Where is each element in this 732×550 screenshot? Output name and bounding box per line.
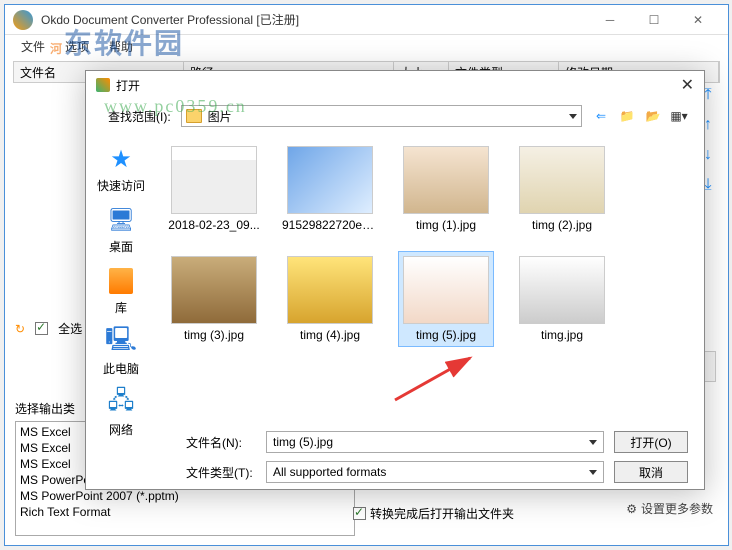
star-icon: ★	[105, 143, 137, 175]
window-title: Okdo Document Converter Professional [已注…	[41, 11, 588, 28]
menu-options[interactable]: 选项	[57, 36, 97, 57]
desktop-icon: 🖥	[105, 204, 137, 236]
open-dialog: 打开 ✕ 查找范围(I): 图片 ⇐ 📁 📂 ▦▾ ★ 快速访问 🖥 桌面	[85, 70, 705, 490]
place-library[interactable]: 库	[105, 265, 137, 316]
dialog-title-bar: 打开 ✕	[86, 71, 704, 99]
place-network[interactable]: 🖧 网络	[105, 387, 137, 438]
place-desktop[interactable]: 🖥 桌面	[105, 204, 137, 255]
file-item[interactable]: 2018-02-23_09...	[166, 141, 262, 237]
view-menu-icon[interactable]: ▦▾	[670, 107, 688, 125]
minimize-button[interactable]: ─	[588, 6, 632, 34]
look-in-value: 图片	[208, 108, 569, 125]
dialog-icon	[96, 78, 110, 92]
look-in-combo[interactable]: 图片	[181, 105, 582, 127]
folder-icon	[186, 109, 202, 123]
gear-icon: ⚙	[626, 502, 637, 516]
file-item-selected[interactable]: timg (5).jpg	[398, 251, 494, 347]
list-item[interactable]: Rich Text Format	[18, 504, 352, 520]
thumbnail-icon	[403, 256, 489, 324]
file-item[interactable]: 91529822720e0...	[282, 141, 378, 237]
menu-help[interactable]: 帮助	[101, 36, 141, 57]
file-item[interactable]: timg.jpg	[514, 251, 610, 347]
select-all-label: 全选	[58, 320, 82, 337]
open-after-row: 转换完成后打开输出文件夹	[353, 505, 514, 522]
menu-file[interactable]: 文件	[13, 36, 53, 57]
chevron-down-icon	[589, 470, 597, 475]
thumbnail-icon	[287, 256, 373, 324]
select-all-checkbox[interactable]	[35, 322, 48, 335]
file-item[interactable]: timg (4).jpg	[282, 251, 378, 347]
filetype-combo[interactable]: All supported formats	[266, 461, 604, 483]
filename-input[interactable]: timg (5).jpg	[266, 431, 604, 453]
network-icon: 🖧	[105, 387, 137, 419]
app-logo-icon	[13, 10, 33, 30]
thumbnail-icon	[171, 146, 257, 214]
dialog-close-button[interactable]: ✕	[681, 75, 694, 95]
open-after-checkbox[interactable]	[353, 507, 366, 520]
back-icon[interactable]: ⇐	[592, 107, 610, 125]
thumbnail-icon	[287, 146, 373, 214]
open-button[interactable]: 打开(O)	[614, 431, 688, 453]
file-view[interactable]: 2018-02-23_09... 91529822720e0... timg (…	[156, 137, 704, 427]
file-item[interactable]: timg (2).jpg	[514, 141, 610, 237]
chevron-down-icon	[569, 114, 577, 119]
more-params-button[interactable]: ⚙ 设置更多参数	[626, 500, 713, 517]
up-folder-icon[interactable]: 📁	[618, 107, 636, 125]
thumbnail-icon	[403, 146, 489, 214]
close-button[interactable]: ✕	[676, 6, 720, 34]
cancel-button[interactable]: 取消	[614, 461, 688, 483]
file-item[interactable]: timg (1).jpg	[398, 141, 494, 237]
chevron-down-icon	[589, 440, 597, 445]
place-pc[interactable]: 🖳 此电脑	[103, 326, 139, 377]
filename-label: 文件名(N):	[186, 434, 256, 451]
look-in-label: 查找范围(I):	[108, 108, 171, 125]
maximize-button[interactable]: ☐	[632, 6, 676, 34]
thumbnail-icon	[519, 256, 605, 324]
thumbnail-icon	[171, 256, 257, 324]
menu-bar: 文件 选项 帮助	[5, 35, 728, 57]
open-after-label: 转换完成后打开输出文件夹	[370, 505, 514, 522]
place-quick[interactable]: ★ 快速访问	[97, 143, 145, 194]
library-icon	[105, 265, 137, 297]
pc-icon: 🖳	[105, 326, 137, 358]
refresh-icon[interactable]: ↻	[15, 322, 25, 336]
title-bar: Okdo Document Converter Professional [已注…	[5, 5, 728, 35]
thumbnail-icon	[519, 146, 605, 214]
file-item[interactable]: timg (3).jpg	[166, 251, 262, 347]
dialog-title: 打开	[116, 77, 681, 94]
filetype-label: 文件类型(T):	[186, 464, 256, 481]
places-bar: ★ 快速访问 🖥 桌面 库 🖳 此电脑 🖧 网络	[86, 137, 156, 427]
new-folder-icon[interactable]: 📂	[644, 107, 662, 125]
